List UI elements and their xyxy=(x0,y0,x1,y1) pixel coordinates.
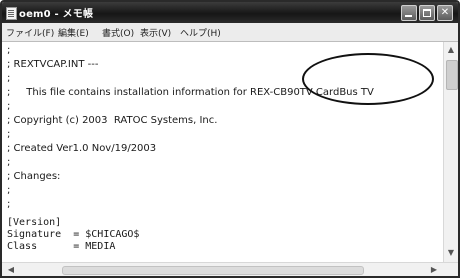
text-line: ; xyxy=(7,185,11,196)
text-line: ; xyxy=(7,73,11,84)
text-line: ; Created Ver1.0 Nov/19/2003 xyxy=(7,143,157,154)
text-line: ; xyxy=(7,101,11,112)
notepad-window: oem0 - メモ帳 ✕ ファイル(F) 編集(E) 書式(O) 表示(V) ヘ… xyxy=(0,0,460,278)
notepad-icon xyxy=(6,7,17,20)
menu-bar: ファイル(F) 編集(E) 書式(O) 表示(V) ヘルプ(H) xyxy=(2,23,458,42)
menu-help[interactable]: ヘルプ(H) xyxy=(180,26,221,39)
menu-edit[interactable]: 編集(E) xyxy=(58,26,89,39)
text-line: ; REXTVCAP.INT --- xyxy=(7,59,99,70)
vertical-scrollbar[interactable]: ▲ ▼ xyxy=(443,42,458,262)
text-editor-area[interactable]: ; ; REXTVCAP.INT --- ; ; This file conta… xyxy=(2,42,443,262)
scroll-down-arrow-icon[interactable]: ▼ xyxy=(446,247,456,259)
menu-format[interactable]: 書式(O) xyxy=(102,26,134,39)
text-line: ; xyxy=(7,157,11,168)
horizontal-scroll-thumb[interactable] xyxy=(62,266,364,275)
text-line: ; xyxy=(7,129,11,140)
text-line: ; Changes: xyxy=(7,171,61,182)
text-line: [Version] xyxy=(7,217,62,228)
scroll-left-arrow-icon[interactable]: ◀ xyxy=(5,264,17,276)
text-line: Signature = $CHICAGO$ xyxy=(7,229,140,240)
window-title: oem0 - メモ帳 xyxy=(19,9,94,20)
text-line: ; xyxy=(7,199,11,210)
scroll-up-arrow-icon[interactable]: ▲ xyxy=(446,44,456,56)
scroll-right-arrow-icon[interactable]: ▶ xyxy=(428,264,440,276)
horizontal-scrollbar[interactable]: ◀ ▶ xyxy=(2,262,458,276)
menu-file[interactable]: ファイル(F) xyxy=(6,26,54,39)
menu-view[interactable]: 表示(V) xyxy=(140,26,171,39)
title-bar[interactable]: oem0 - メモ帳 ✕ xyxy=(2,2,458,23)
close-button[interactable]: ✕ xyxy=(437,5,453,21)
vertical-scroll-thumb[interactable] xyxy=(446,60,458,90)
text-line: Class = MEDIA xyxy=(7,241,116,252)
text-line: ; Copyright (c) 2003 RATOC Systems, Inc. xyxy=(7,115,218,126)
minimize-button[interactable] xyxy=(401,5,417,21)
maximize-button[interactable] xyxy=(419,5,435,21)
text-line: ; This file contains installation inform… xyxy=(7,87,374,98)
text-line: ; xyxy=(7,45,11,56)
